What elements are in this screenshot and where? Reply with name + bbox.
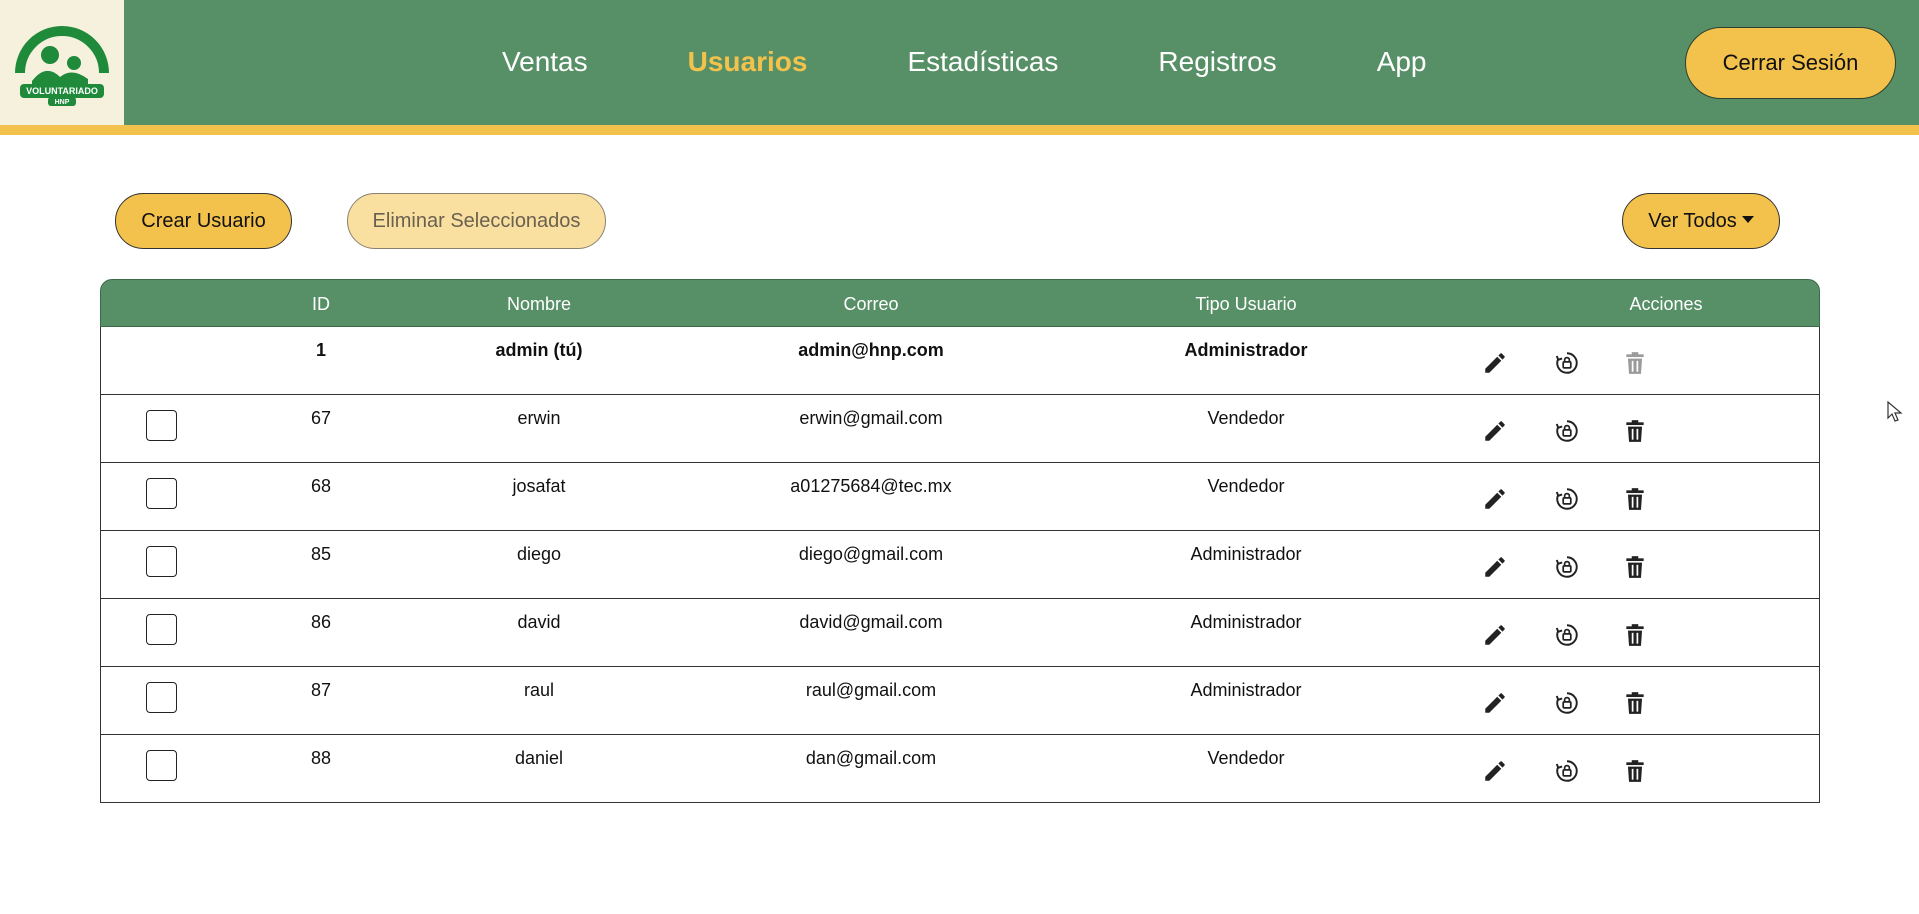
row-select-checkbox[interactable] (146, 410, 177, 441)
header-name: Nombre (506, 294, 572, 314)
header-accent-bar (0, 125, 1919, 135)
svg-text:HNP: HNP (55, 99, 70, 106)
logout-button[interactable]: Cerrar Sesión (1685, 27, 1896, 99)
cell-id: 67 (310, 408, 332, 428)
cell-user-type: Administrador (1190, 544, 1302, 564)
cell-user-type: Administrador (1190, 680, 1302, 700)
cell-email: david@gmail.com (799, 612, 943, 632)
edit-pencil-icon[interactable] (1479, 687, 1511, 719)
filter-dropdown-button[interactable]: Ver Todos (1622, 193, 1780, 249)
delete-selected-button[interactable]: Eliminar Seleccionados (347, 193, 606, 249)
header-actions: Acciones (1629, 294, 1703, 314)
cell-name: admin (tú) (495, 340, 583, 360)
delete-trash-icon (1619, 347, 1651, 379)
table-row: 67 erwin erwin@gmail.com Vendedor (100, 395, 1820, 463)
nav-estadisticas[interactable]: Estadísticas (907, 46, 1058, 78)
cell-email: dan@gmail.com (805, 748, 937, 768)
cell-email: erwin@gmail.com (799, 408, 943, 428)
edit-pencil-icon[interactable] (1479, 483, 1511, 515)
cell-name: daniel (514, 748, 564, 768)
edit-pencil-icon[interactable] (1479, 347, 1511, 379)
nav-ventas[interactable]: Ventas (502, 46, 588, 78)
cell-id: 1 (315, 340, 326, 360)
reset-password-lock-icon[interactable] (1551, 755, 1583, 787)
create-user-button[interactable]: Crear Usuario (115, 193, 292, 249)
cell-id: 85 (310, 544, 332, 564)
delete-trash-icon[interactable] (1619, 483, 1651, 515)
row-select-checkbox[interactable] (146, 546, 177, 577)
table-row: 86 david david@gmail.com Administrador (100, 599, 1820, 667)
table-header: ID Nombre Correo Tipo Usuario Acciones (100, 279, 1820, 327)
logo[interactable]: VOLUNTARIADO HNP (0, 0, 124, 125)
cell-user-type: Vendedor (1207, 476, 1285, 496)
table-row: 68 josafat a01275684@tec.mx Vendedor (100, 463, 1820, 531)
delete-trash-icon[interactable] (1619, 687, 1651, 719)
table-body: 1 admin (tú) admin@hnp.com Administrador 67 e… (100, 327, 1820, 803)
reset-password-lock-icon[interactable] (1551, 347, 1583, 379)
nav-registros[interactable]: Registros (1158, 46, 1276, 78)
row-select-checkbox[interactable] (146, 614, 177, 645)
cell-email: diego@gmail.com (798, 544, 944, 564)
cell-id: 68 (310, 476, 332, 496)
edit-pencil-icon[interactable] (1479, 755, 1511, 787)
delete-trash-icon[interactable] (1619, 551, 1651, 583)
cell-name: david (517, 612, 561, 632)
cell-name: erwin (517, 408, 561, 428)
delete-trash-icon[interactable] (1619, 755, 1651, 787)
reset-password-lock-icon[interactable] (1551, 551, 1583, 583)
svg-text:VOLUNTARIADO: VOLUNTARIADO (26, 86, 98, 96)
reset-password-lock-icon[interactable] (1551, 483, 1583, 515)
table-row: 88 daniel dan@gmail.com Vendedor (100, 735, 1820, 803)
cell-user-type: Vendedor (1207, 748, 1285, 768)
reset-password-lock-icon[interactable] (1551, 619, 1583, 651)
cell-user-type: Vendedor (1207, 408, 1285, 428)
row-select-checkbox[interactable] (146, 682, 177, 713)
cell-id: 87 (310, 680, 332, 700)
mouse-cursor-icon (1887, 401, 1903, 422)
cell-name: raul (523, 680, 554, 700)
edit-pencil-icon[interactable] (1479, 551, 1511, 583)
cell-id: 88 (310, 748, 332, 768)
cell-email: raul@gmail.com (805, 680, 937, 700)
header-email: Correo (843, 294, 899, 314)
row-select-checkbox[interactable] (146, 478, 177, 509)
header-id: ID (312, 294, 330, 314)
delete-trash-icon[interactable] (1619, 415, 1651, 447)
cell-name: diego (516, 544, 562, 564)
edit-pencil-icon[interactable] (1479, 415, 1511, 447)
cell-email: a01275684@tec.mx (790, 476, 952, 496)
reset-password-lock-icon[interactable] (1551, 415, 1583, 447)
header-user-type: Tipo Usuario (1195, 294, 1297, 314)
cell-email: admin@hnp.com (798, 340, 944, 360)
caret-down-icon (1741, 216, 1754, 223)
edit-pencil-icon[interactable] (1479, 619, 1511, 651)
cell-user-type: Administrador (1190, 612, 1302, 632)
table-row: 1 admin (tú) admin@hnp.com Administrador (100, 327, 1820, 395)
users-table: ID Nombre Correo Tipo Usuario Acciones 1… (100, 279, 1820, 803)
delete-trash-icon[interactable] (1619, 619, 1651, 651)
cell-name: josafat (512, 476, 566, 496)
table-row: 85 diego diego@gmail.com Administrador (100, 531, 1820, 599)
cell-user-type: Administrador (1184, 340, 1308, 360)
nav-usuarios[interactable]: Usuarios (688, 46, 808, 78)
main-nav: Ventas Usuarios Estadísticas Registros A… (502, 46, 1527, 78)
reset-password-lock-icon[interactable] (1551, 687, 1583, 719)
cell-id: 86 (310, 612, 332, 632)
filter-label: Ver Todos (1648, 209, 1737, 232)
row-select-checkbox[interactable] (146, 750, 177, 781)
top-navbar: VOLUNTARIADO HNP Ventas Usuarios Estadís… (0, 0, 1919, 125)
table-row: 87 raul raul@gmail.com Administrador (100, 667, 1820, 735)
nav-app[interactable]: App (1377, 46, 1427, 78)
voluntariado-logo: VOLUNTARIADO HNP (15, 25, 109, 106)
